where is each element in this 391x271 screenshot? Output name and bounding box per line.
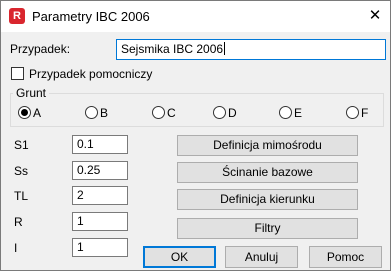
param-tl-label: TL: [14, 189, 29, 203]
param-s1-input[interactable]: 0.1: [72, 135, 128, 154]
window-title: Parametry IBC 2006: [32, 9, 150, 24]
soil-radio-c-label[interactable]: C: [167, 106, 176, 120]
param-ss-input[interactable]: 0.25: [72, 161, 128, 180]
auxiliary-case-label[interactable]: Przypadek pomocniczy: [29, 67, 152, 81]
filters-button[interactable]: Filtry: [177, 218, 358, 239]
param-i-input[interactable]: 1: [72, 238, 128, 257]
param-i-label: I: [14, 241, 18, 255]
app-icon: R: [9, 8, 25, 24]
title-bar: R Parametry IBC 2006 ✕: [1, 1, 390, 32]
text-caret: [224, 42, 226, 55]
radio-selected-dot: [21, 109, 28, 116]
soil-radio-e[interactable]: [279, 106, 292, 119]
soil-radio-f[interactable]: [346, 106, 359, 119]
soil-radio-b-label[interactable]: B: [100, 106, 108, 120]
param-r-label: R: [14, 215, 23, 229]
param-ss-label: Ss: [14, 164, 29, 178]
soil-group-title: Grunt: [13, 86, 50, 100]
soil-radio-f-label[interactable]: F: [361, 106, 368, 120]
param-tl-input[interactable]: 2: [72, 186, 128, 205]
soil-groupbox: [10, 93, 384, 127]
cancel-button[interactable]: Anuluj: [225, 246, 298, 268]
base-shear-button[interactable]: Ścinanie bazowe: [177, 162, 358, 183]
case-name-value: Sejsmika IBC 2006: [121, 42, 224, 56]
soil-radio-a-label[interactable]: A: [33, 106, 41, 120]
soil-radio-b[interactable]: [85, 106, 98, 119]
app-icon-letter: R: [13, 10, 21, 22]
param-r-input[interactable]: 1: [72, 212, 128, 231]
help-button[interactable]: Pomoc: [309, 246, 382, 268]
close-icon[interactable]: ✕: [360, 1, 390, 31]
eccentricity-definition-button[interactable]: Definicja mimośrodu: [177, 135, 358, 156]
ok-button[interactable]: OK: [143, 246, 216, 268]
case-name-label: Przypadek:: [10, 42, 71, 56]
soil-radio-c[interactable]: [152, 106, 165, 119]
case-name-input[interactable]: Sejsmika IBC 2006: [116, 39, 386, 60]
soil-radio-d-label[interactable]: D: [228, 106, 237, 120]
soil-radio-a[interactable]: [18, 106, 31, 119]
soil-radio-e-label[interactable]: E: [294, 106, 302, 120]
auxiliary-case-checkbox[interactable]: [11, 67, 24, 80]
soil-radio-d[interactable]: [213, 106, 226, 119]
dialog-window: R Parametry IBC 2006 ✕ Przypadek: Sejsmi…: [0, 0, 391, 271]
param-s1-label: S1: [14, 138, 29, 152]
direction-definition-button[interactable]: Definicja kierunku: [177, 189, 358, 210]
